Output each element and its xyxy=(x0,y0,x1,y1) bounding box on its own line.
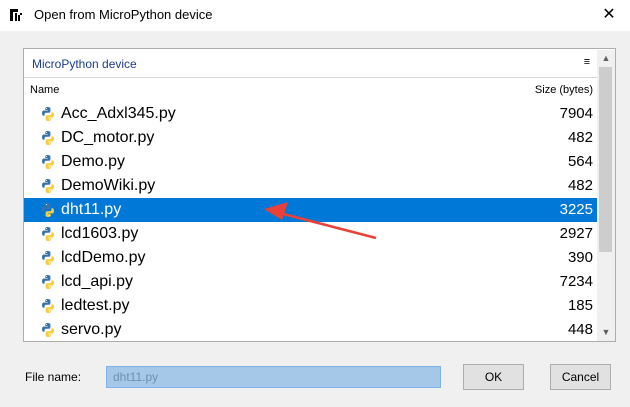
file-size: 185 xyxy=(567,297,593,314)
annotation-arrow xyxy=(264,202,377,240)
file-row[interactable]: DC_motor.py 482 xyxy=(24,126,597,150)
file-size: 3225 xyxy=(559,201,593,218)
menu-icon[interactable]: ≡ xyxy=(580,55,594,69)
title-bar: Open from MicroPython device ✕ xyxy=(0,0,630,31)
python-file-icon xyxy=(40,322,56,338)
location-bar: MicroPython device ≡ xyxy=(24,49,615,78)
file-name: DC_motor.py xyxy=(61,129,155,146)
file-name: DemoWiki.py xyxy=(61,177,156,194)
cancel-button[interactable]: Cancel xyxy=(550,364,611,390)
file-browser-panel: MicroPython device ≡ Name Size (bytes) A… xyxy=(23,48,616,342)
filename-input[interactable] xyxy=(106,366,441,388)
file-row[interactable]: DemoWiki.py 482 xyxy=(24,174,597,198)
file-row[interactable]: lcdDemo.py 390 xyxy=(24,246,597,270)
window-title: Open from MicroPython device xyxy=(34,7,213,22)
file-name: ledtest.py xyxy=(61,297,130,314)
python-file-icon xyxy=(40,226,56,242)
python-file-icon xyxy=(40,130,56,146)
python-file-icon xyxy=(40,250,56,266)
file-name: Demo.py xyxy=(61,153,126,170)
column-size-header[interactable]: Size (bytes) xyxy=(535,84,593,96)
file-name: lcdDemo.py xyxy=(61,249,146,266)
scroll-up-icon[interactable]: ▲ xyxy=(597,50,615,67)
scroll-down-icon[interactable]: ▼ xyxy=(597,324,615,341)
scroll-thumb[interactable] xyxy=(599,67,612,252)
file-size: 448 xyxy=(567,321,593,338)
python-file-icon xyxy=(40,274,56,290)
python-file-icon xyxy=(40,178,56,194)
python-file-icon xyxy=(40,298,56,314)
vertical-scrollbar[interactable]: ▲ ▼ xyxy=(597,50,615,341)
python-file-icon xyxy=(40,106,56,122)
file-name: lcd_api.py xyxy=(61,273,134,290)
file-row[interactable]: lcd_api.py 7234 xyxy=(24,270,597,294)
file-name: servo.py xyxy=(61,321,122,338)
file-size: 482 xyxy=(567,177,593,194)
file-size: 390 xyxy=(567,249,593,266)
file-size: 2927 xyxy=(559,225,593,242)
location-label: MicroPython device xyxy=(32,57,137,71)
file-name: lcd1603.py xyxy=(61,225,139,242)
file-size: 7904 xyxy=(559,105,593,122)
file-size: 564 xyxy=(567,153,593,170)
file-row[interactable]: servo.py 448 xyxy=(24,318,597,342)
thonny-icon xyxy=(10,9,22,21)
column-name-header[interactable]: Name xyxy=(30,84,59,96)
file-size: 482 xyxy=(567,129,593,146)
file-name: Acc_Adxl345.py xyxy=(61,105,176,122)
ok-button[interactable]: OK xyxy=(463,364,524,390)
python-file-icon xyxy=(40,202,56,218)
file-row[interactable]: ledtest.py 185 xyxy=(24,294,597,318)
file-row[interactable]: Demo.py 564 xyxy=(24,150,597,174)
file-row[interactable]: Acc_Adxl345.py 7904 xyxy=(24,102,597,126)
column-header: Name Size (bytes) xyxy=(24,79,597,101)
filename-label: File name: xyxy=(25,370,82,384)
file-size: 7234 xyxy=(559,273,593,290)
file-name: dht11.py xyxy=(61,201,122,218)
python-file-icon xyxy=(40,154,56,170)
close-button[interactable]: ✕ xyxy=(596,4,622,26)
